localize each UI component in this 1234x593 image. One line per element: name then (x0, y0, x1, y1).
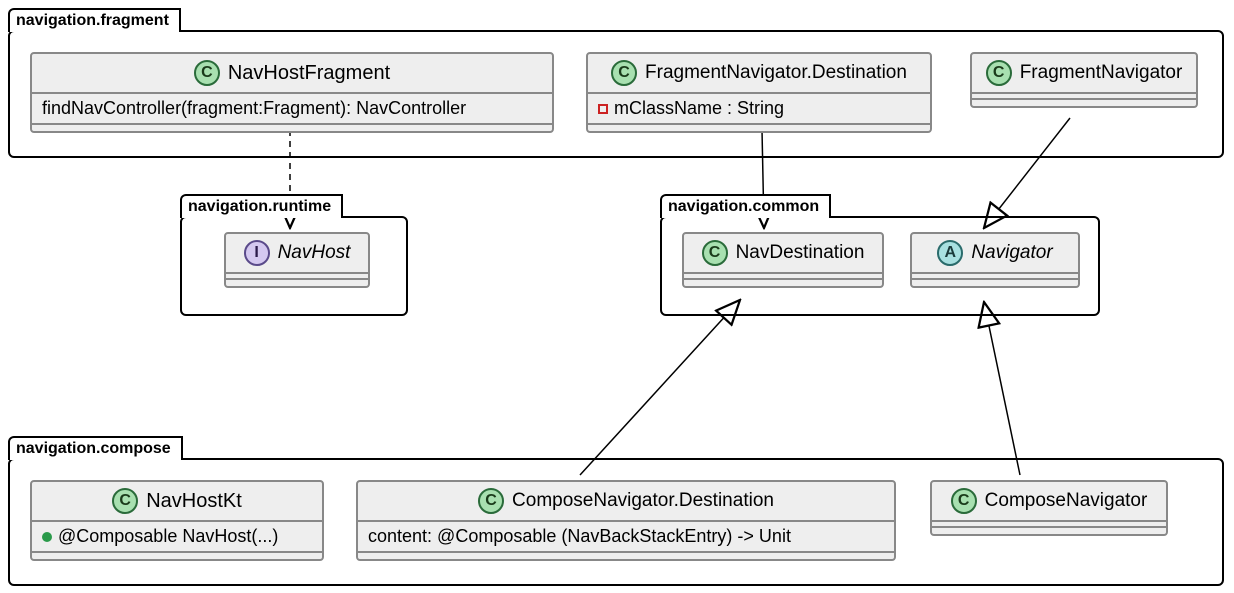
package-common: navigation.common C NavDestination A Nav… (660, 216, 1100, 316)
class-badge-icon: C (478, 488, 504, 514)
class-navigator: A Navigator (910, 232, 1080, 288)
package-fragment-label: navigation.fragment (8, 8, 181, 32)
class-name: ComposeNavigator.Destination (512, 490, 774, 512)
interface-badge-icon: I (244, 240, 270, 266)
class-name: NavDestination (736, 242, 865, 264)
package-fragment: navigation.fragment C NavHostFragment fi… (8, 30, 1224, 158)
class-badge-icon: C (986, 60, 1012, 86)
class-badge-icon: C (702, 240, 728, 266)
class-method: findNavController(fragment:Fragment): Na… (32, 94, 552, 125)
class-name: FragmentNavigator (1020, 62, 1183, 84)
class-navhost: I NavHost (224, 232, 370, 288)
class-fragmentnavigator-destination: C FragmentNavigator.Destination mClassNa… (586, 52, 932, 133)
field-text: mClassName : String (614, 98, 784, 119)
package-runtime: navigation.runtime I NavHost (180, 216, 408, 316)
class-badge-icon: C (194, 60, 220, 86)
class-name: FragmentNavigator.Destination (645, 62, 907, 84)
class-navhostfragment: C NavHostFragment findNavController(frag… (30, 52, 554, 133)
visibility-public-icon (42, 532, 52, 542)
class-name: NavHost (278, 242, 351, 264)
class-fragmentnavigator: C FragmentNavigator (970, 52, 1198, 108)
package-compose: navigation.compose C NavHostKt @Composab… (8, 458, 1224, 586)
class-navdestination: C NavDestination (682, 232, 884, 288)
class-name: NavHostFragment (228, 62, 390, 85)
package-compose-label: navigation.compose (8, 436, 183, 460)
method-text: @Composable NavHost(...) (58, 526, 278, 547)
class-method: @Composable NavHost(...) (32, 522, 322, 553)
class-badge-icon: C (951, 488, 977, 514)
class-field: mClassName : String (588, 94, 930, 125)
class-field: content: @Composable (NavBackStackEntry)… (358, 522, 894, 553)
class-navhostkt: C NavHostKt @Composable NavHost(...) (30, 480, 324, 561)
package-common-label: navigation.common (660, 194, 831, 218)
class-composenavigator-destination: C ComposeNavigator.Destination content: … (356, 480, 896, 561)
visibility-protected-icon (598, 104, 608, 114)
class-badge-icon: C (611, 60, 637, 86)
class-name: ComposeNavigator (985, 490, 1148, 512)
class-name: NavHostKt (146, 490, 242, 513)
class-composenavigator: C ComposeNavigator (930, 480, 1168, 536)
abstract-badge-icon: A (937, 240, 963, 266)
class-badge-icon: C (112, 488, 138, 514)
class-name: Navigator (971, 242, 1052, 264)
package-runtime-label: navigation.runtime (180, 194, 343, 218)
